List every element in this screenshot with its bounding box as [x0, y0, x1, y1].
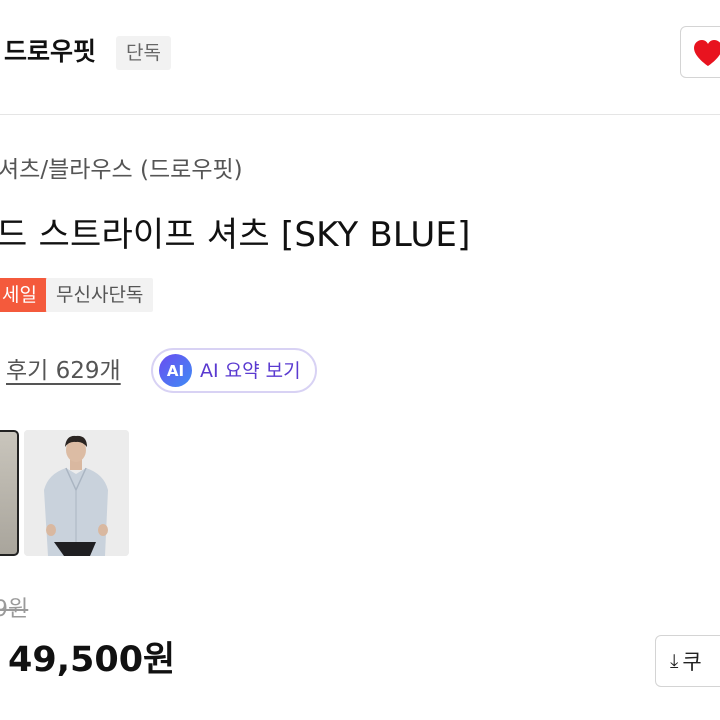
ai-icon: AI — [159, 354, 192, 387]
thumbnail-model-photo[interactable] — [24, 430, 129, 556]
model-photo-image — [24, 430, 129, 556]
thumbnail-selected[interactable] — [0, 430, 19, 556]
coupon-download-button[interactable]: ⤓ 쿠 — [655, 635, 720, 687]
coupon-label: 쿠 — [682, 650, 702, 674]
product-title: 드 스트라이프 셔츠 [SKY BLUE] — [0, 215, 471, 255]
download-icon: ⤓ — [670, 650, 679, 672]
brand-name[interactable]: 드로우핏 — [4, 34, 96, 70]
breadcrumb-category[interactable]: 셔츠/블라우스 (드로우핏) — [0, 152, 243, 188]
exclusive-tag: 단독 — [116, 36, 171, 70]
original-price: 9원 — [0, 597, 29, 622]
ai-summary-button[interactable]: AI AI 요약 보기 — [151, 348, 317, 393]
sale-badge: 세일 — [0, 278, 47, 312]
header-divider — [0, 114, 720, 115]
sale-price: 49,500원 — [8, 640, 176, 680]
heart-icon — [694, 40, 720, 66]
like-button[interactable] — [680, 26, 720, 78]
exclusive-badge: 무신사단독 — [46, 278, 154, 312]
ai-summary-label: AI 요약 보기 — [200, 359, 301, 382]
review-count-link[interactable]: 후기 629개 — [6, 353, 121, 389]
